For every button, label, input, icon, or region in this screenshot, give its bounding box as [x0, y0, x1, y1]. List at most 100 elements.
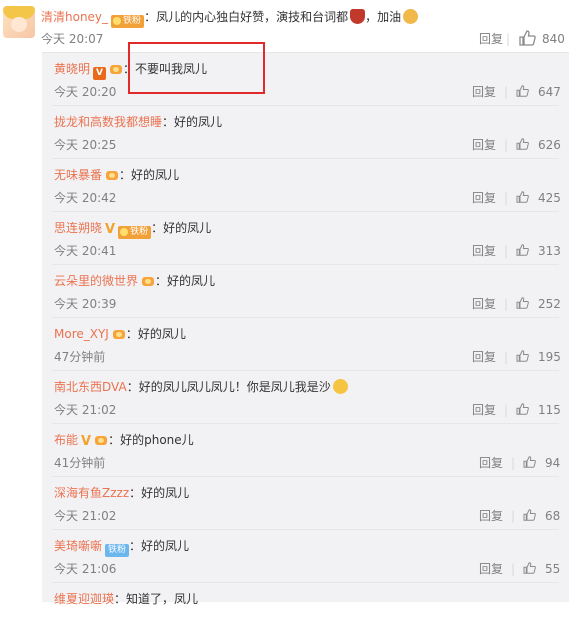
reply-item: 维夏迎迦瑛：知道了，凤儿: [42, 583, 569, 636]
reply-username[interactable]: 深海有鱼Zzzz: [54, 486, 129, 500]
fan-badge: 铁粉: [105, 544, 130, 557]
thumbs-up-icon[interactable]: [514, 82, 532, 100]
thumbs-up-icon[interactable]: [514, 347, 532, 365]
top-comment-time: 今天 20:07: [41, 32, 104, 46]
top-comment-username[interactable]: 清清honey_: [41, 10, 108, 24]
reply-time: 今天 21:06: [54, 562, 117, 576]
reply-item: 云朵里的微世界 ：好的凤儿 今天 20:39 回复 | 252: [42, 265, 569, 318]
verified-gold-v-icon: V: [81, 434, 92, 449]
thumbs-up-icon[interactable]: [521, 559, 539, 577]
reply-time: 今天 20:25: [54, 138, 117, 152]
reply-button[interactable]: 回复: [479, 509, 503, 523]
like-count: 195: [538, 350, 561, 364]
reply-time: 今天 20:39: [54, 297, 117, 311]
reply-line: 拢龙和高数我都想睡：好的凤儿: [54, 115, 223, 129]
like-count: 55: [545, 562, 561, 576]
like-count: 313: [538, 244, 561, 258]
reply-text: 好的凤儿: [167, 274, 216, 288]
reply-item: 思连朔晓 V 铁粉 ：好的凤儿 今天 20:41 回复 | 313: [42, 212, 569, 265]
reply-button[interactable]: 回复: [479, 456, 503, 470]
thumbs-up-icon[interactable]: [516, 29, 540, 47]
reply-line: 无味暴番 ：好的凤儿: [54, 168, 180, 182]
reply-line: 云朵里的微世界 ：好的凤儿: [54, 274, 216, 288]
reply-text: 知道了，凤儿: [126, 592, 199, 606]
like-count: 68: [545, 509, 561, 523]
highlight-box: [128, 42, 265, 94]
reply-text: 好的凤儿: [141, 486, 190, 500]
reply-line: 维夏迎迦瑛：知道了，凤儿: [54, 592, 199, 606]
reply-button[interactable]: 回复: [472, 138, 496, 152]
divider: |: [504, 138, 509, 152]
divider: |: [506, 32, 511, 46]
thumbs-up-icon[interactable]: [514, 188, 532, 206]
divider: |: [511, 562, 516, 576]
reply-username[interactable]: 黄晓明: [54, 62, 90, 76]
reply-username[interactable]: 南北东西DVA: [54, 380, 127, 394]
reply-time: 今天 21:02: [54, 509, 117, 523]
reply-item: 深海有鱼Zzzz：好的凤儿 今天 21:02 回复 | 68: [42, 477, 569, 530]
reply-list: 黄晓明 V ：不要叫我凤儿 今天 20:20 回复 | 647 拢龙和高数我都想睡：好的凤儿今…: [42, 52, 569, 606]
reply-text: 好的凤儿: [163, 221, 212, 235]
verified-gold-v-icon: V: [105, 222, 116, 237]
reply-line: 美琦噺噺 铁粉 ：好的凤儿: [54, 539, 190, 557]
divider: |: [504, 297, 509, 311]
reply-text: 好的凤儿: [174, 115, 223, 129]
crown-badge-icon: [141, 274, 155, 287]
top-comment-text-tail: ，加油: [365, 10, 402, 24]
reply-button[interactable]: 回复: [479, 562, 503, 576]
reply-username[interactable]: 思连朔晓: [54, 221, 102, 235]
thumbs-up-icon[interactable]: [514, 294, 532, 312]
reply-time: 41分钟前: [54, 456, 106, 470]
reply-username[interactable]: 无味暴番: [54, 168, 102, 182]
fan-badge: 铁粉: [118, 226, 152, 239]
thumbs-up-icon[interactable]: [514, 135, 532, 153]
divider: |: [504, 191, 509, 205]
reply-time: 47分钟前: [54, 350, 106, 364]
reply-username[interactable]: 美琦噺噺: [54, 539, 102, 553]
reply-button[interactable]: 回复: [472, 297, 496, 311]
crown-badge-icon: [112, 327, 126, 340]
divider: |: [511, 509, 516, 523]
reply-text: 好的凤儿凤儿凤儿！你是凤儿我是沙: [138, 380, 331, 394]
fan-badge: 铁粉: [111, 15, 145, 28]
reply-line: 布能 V ：好的phone儿: [54, 433, 194, 449]
reply-button[interactable]: 回复: [472, 403, 496, 417]
reply-button[interactable]: 回复: [472, 191, 496, 205]
thumbs-up-icon[interactable]: [521, 453, 539, 471]
top-comment: 清清honey_ 铁粉 ：凤儿的内心独白好赞，演技和台词都 ，加油 今天 20:07 …: [0, 0, 569, 52]
thumbs-up-icon[interactable]: [521, 506, 539, 524]
reply-item: 拢龙和高数我都想睡：好的凤儿 今天 20:25 回复 | 626: [42, 106, 569, 159]
reply-button[interactable]: 回复: [472, 85, 496, 99]
divider: |: [511, 456, 516, 470]
heart-emoji-icon: [350, 9, 366, 24]
reply-item: 布能 V ：好的phone儿 41分钟前 回复 | 94: [42, 424, 569, 477]
reply-item: 无味暴番 ：好的凤儿 今天 20:42 回复 | 425: [42, 159, 569, 212]
reply-button[interactable]: 回复: [472, 244, 496, 258]
reply-username[interactable]: 云朵里的微世界: [54, 274, 138, 288]
reply-time: 今天 20:41: [54, 244, 117, 258]
reply-username[interactable]: More_XYJ: [54, 327, 109, 341]
reply-username[interactable]: 拢龙和高数我都想睡: [54, 115, 162, 129]
top-comment-line: 清清honey_ 铁粉 ：凤儿的内心独白好赞，演技和台词都 ，加油: [41, 9, 419, 28]
thumbs-up-icon[interactable]: [514, 241, 532, 259]
like-count: 252: [538, 297, 561, 311]
reply-username[interactable]: 布能: [54, 433, 78, 447]
thumbs-up-icon[interactable]: [514, 400, 532, 418]
reply-line: 深海有鱼Zzzz：好的凤儿: [54, 486, 190, 500]
like-count: 94: [545, 456, 561, 470]
crown-badge-icon: [94, 433, 108, 446]
divider: |: [504, 350, 509, 364]
user-avatar[interactable]: [3, 6, 35, 38]
crown-badge-icon: [105, 168, 119, 181]
reply-time: 今天 20:20: [54, 85, 117, 99]
reply-username[interactable]: 维夏迎迦瑛: [54, 592, 114, 606]
muscle-emoji-icon: [403, 9, 419, 24]
like-count: 626: [538, 138, 561, 152]
reply-text: 好的凤儿: [141, 539, 190, 553]
top-reply-button[interactable]: 回复: [479, 32, 503, 46]
reply-button[interactable]: 回复: [472, 350, 496, 364]
reply-time: 今天 21:02: [54, 403, 117, 417]
reply-text: 好的phone儿: [120, 433, 194, 447]
reply-line: 南北东西DVA：好的凤儿凤儿凤儿！你是凤儿我是沙: [54, 379, 348, 395]
reply-text: 好的凤儿: [137, 327, 186, 341]
